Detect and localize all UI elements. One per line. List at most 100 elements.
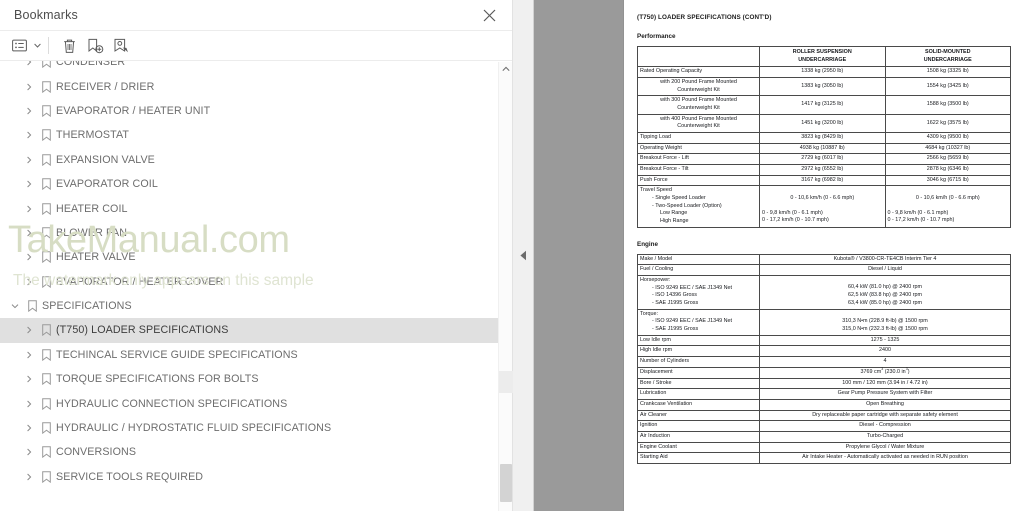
- chevron-right-icon[interactable]: [22, 153, 36, 167]
- close-icon[interactable]: [480, 6, 498, 24]
- chevron-right-icon[interactable]: [22, 177, 36, 191]
- cell-label: Low Idle rpm: [637, 334, 760, 347]
- bookmark-icon: [36, 80, 56, 93]
- bookmarks-scrollbar[interactable]: [498, 62, 513, 511]
- toolbar-divider: [48, 37, 49, 54]
- panel-divider[interactable]: [512, 0, 534, 511]
- bookmark-item[interactable]: HYDRAULIC / HYDROSTATIC FLUID SPECIFICAT…: [0, 416, 498, 440]
- bookmark-item[interactable]: RECEIVER / DRIER: [0, 74, 498, 98]
- bookmark-item[interactable]: EXPANSION VALVE: [0, 148, 498, 172]
- add-bookmark-icon[interactable]: [82, 34, 108, 58]
- cell-label-line1: Torque:: [640, 310, 658, 317]
- header-cell-roller: ROLLER SUSPENSION UNDERCARRIAGE: [759, 45, 886, 68]
- chevron-right-icon[interactable]: [22, 323, 36, 337]
- table-row: Torque: - ISO 9249 EEC / SAE J1349 Net - S…: [637, 308, 1011, 336]
- travel-speed-line4: Low Range: [660, 210, 688, 217]
- trash-icon[interactable]: [56, 34, 82, 58]
- displacement-tail: ): [907, 368, 910, 375]
- chevron-right-icon[interactable]: [22, 275, 36, 289]
- table-row: Lubrication Gear Pump Pressure System wit…: [637, 388, 1011, 400]
- chevron-right-icon[interactable]: [22, 250, 36, 264]
- cell-label: Starting Aid: [637, 452, 760, 464]
- cell-solid-value: 1588 kg (3500 lb): [884, 95, 1011, 115]
- bookmark-item-label: EXPANSION VALVE: [56, 153, 155, 166]
- table-row: Air Cleaner Dry replaceable paper cartrid…: [637, 409, 1011, 422]
- bookmarks-scroll-area[interactable]: CONDENSER RECEIVER / DRIER EVAPORATOR / HE…: [0, 61, 512, 511]
- displacement-imperial: (230.0 in: [883, 368, 906, 375]
- chevron-right-icon[interactable]: [22, 61, 36, 69]
- chevron-right-icon[interactable]: [22, 372, 36, 386]
- chevron-right-icon[interactable]: [22, 104, 36, 118]
- bookmark-item-label: SPECIFICATIONS: [42, 300, 132, 313]
- bookmark-item[interactable]: (T750) LOADER SPECIFICATIONS: [0, 318, 498, 343]
- travel-speed-line5: High Range: [660, 218, 689, 225]
- chevron-right-icon[interactable]: [22, 470, 36, 484]
- list-options-icon[interactable]: [6, 34, 32, 58]
- cell-value-line2: 62,5 kW (83.8 hp) @ 2400 rpm: [847, 292, 923, 299]
- cell-label-line2: Counterweight Kit: [677, 105, 720, 112]
- bookmark-item[interactable]: TORQUE SPECIFICATIONS FOR BOLTS: [0, 367, 498, 391]
- table-row: Push Force 3167 kg (6982 lb) 3046 kg (6715…: [637, 174, 1011, 187]
- chevron-right-icon[interactable]: [22, 202, 36, 216]
- cell-solid-value: 4309 kg (9500 lb): [884, 132, 1011, 144]
- bookmark-item[interactable]: CONVERSIONS: [0, 440, 498, 464]
- bookmark-item[interactable]: BLOWER FAN: [0, 221, 498, 245]
- cell-solid-value: 2878 kg (6346 lb): [884, 164, 1011, 176]
- chevron-right-icon[interactable]: [22, 348, 36, 362]
- bookmark-item[interactable]: SPECIFICATIONS: [0, 294, 498, 318]
- table-row-travel-speed: Travel Speed - Single Speed Loader - Two…: [637, 185, 1011, 228]
- chevron-right-icon[interactable]: [22, 397, 36, 411]
- bookmark-icon: [36, 471, 56, 483]
- document-viewer[interactable]: (T750) LOADER SPECIFICATIONS (CONT'D) Pe…: [534, 0, 1024, 511]
- bookmark-item[interactable]: CONDENSER: [0, 61, 498, 74]
- bookmark-item[interactable]: EVAPORATOR / HEATER COVER: [0, 270, 498, 294]
- engine-table-body: Make / Model Kubota® / V3800-CR-TE4CB Int…: [637, 253, 1011, 464]
- cell-value: 310,3 N•m (228.9 ft-lb) @ 1500 rpm 315,0 …: [759, 308, 1011, 336]
- scrollbar-thumb[interactable]: [500, 464, 512, 502]
- chevron-down-icon[interactable]: [8, 299, 22, 313]
- cell-solid-value: 2566 kg (5659 lb): [884, 153, 1011, 166]
- cell-value: 60,4 kW (81.0 hp) @ 2400 rpm 62,5 kW (83.…: [759, 275, 1011, 310]
- chevron-right-icon[interactable]: [22, 128, 36, 142]
- bookmark-item[interactable]: THERMOSTAT: [0, 123, 498, 147]
- bookmark-item[interactable]: TECHINCAL SERVICE GUIDE SPECIFICATIONS: [0, 343, 498, 367]
- table-row: Fuel / Cooling Diesel / Liquid: [637, 264, 1011, 277]
- bookmark-icon: [36, 129, 56, 142]
- cell-value: Open Breathing: [759, 398, 1011, 411]
- cell-label: Air Cleaner: [637, 409, 760, 422]
- header-roller-line2: UNDERCARRIAGE: [798, 56, 847, 63]
- cell-label-line2: Counterweight Kit: [677, 123, 720, 130]
- chevron-right-icon[interactable]: [22, 445, 36, 459]
- bookmark-item[interactable]: EVAPORATOR / HEATER UNIT: [0, 99, 498, 123]
- bookmark-item[interactable]: HEATER VALVE: [0, 245, 498, 269]
- bookmark-item[interactable]: HEATER COIL: [0, 196, 498, 220]
- cell-roller-value: 3823 kg (8429 lb): [759, 132, 886, 144]
- table-row: Starting Aid Air Intake Heater - Automati…: [637, 452, 1011, 464]
- cell-label-line3: - ISO 14396 Gross: [652, 292, 697, 299]
- bookmark-item-label: BLOWER FAN: [56, 226, 128, 239]
- chevron-down-icon[interactable]: [32, 34, 43, 58]
- chevron-right-icon[interactable]: [22, 80, 36, 94]
- scroll-up-icon[interactable]: [499, 62, 513, 76]
- cell-label: Ignition: [637, 420, 760, 432]
- cell-value-line1: 60,4 kW (81.0 hp) @ 2400 rpm: [847, 284, 923, 291]
- bookmark-item-label: CONVERSIONS: [56, 446, 137, 459]
- cell-label: Horsepower: - ISO 9249 EEC / SAE J1349 Ne…: [637, 275, 760, 310]
- bookmark-item[interactable]: SERVICE TOOLS REQUIRED: [0, 465, 498, 489]
- scrollbar-track-marker: [499, 371, 513, 393]
- travel-speed-line2: - Single Speed Loader: [652, 195, 706, 202]
- cell-label: Air Induction: [637, 430, 760, 443]
- table-row: with 200 Pound Frame Mounted Counterweigh…: [637, 77, 1011, 97]
- table-row: Rated Operating Capacity 1338 kg (2950 lb…: [637, 66, 1011, 79]
- edit-bookmark-icon[interactable]: [108, 34, 134, 58]
- bookmark-item[interactable]: HYDRAULIC CONNECTION SPECIFICATIONS: [0, 391, 498, 415]
- bookmark-item[interactable]: EVAPORATOR COIL: [0, 172, 498, 196]
- cell-label: with 300 Pound Frame Mounted Counterweigh…: [637, 95, 760, 115]
- cell-roller-value: 2729 kg (6017 lb): [759, 153, 886, 166]
- displacement-metric: 3769 cm: [860, 368, 882, 375]
- collapse-panel-icon[interactable]: [517, 243, 530, 269]
- chevron-right-icon[interactable]: [22, 421, 36, 435]
- chevron-right-icon[interactable]: [22, 226, 36, 240]
- cell-label: with 400 Pound Frame Mounted Counterweigh…: [637, 113, 760, 134]
- bookmark-item-label: EVAPORATOR / HEATER COVER: [56, 275, 224, 288]
